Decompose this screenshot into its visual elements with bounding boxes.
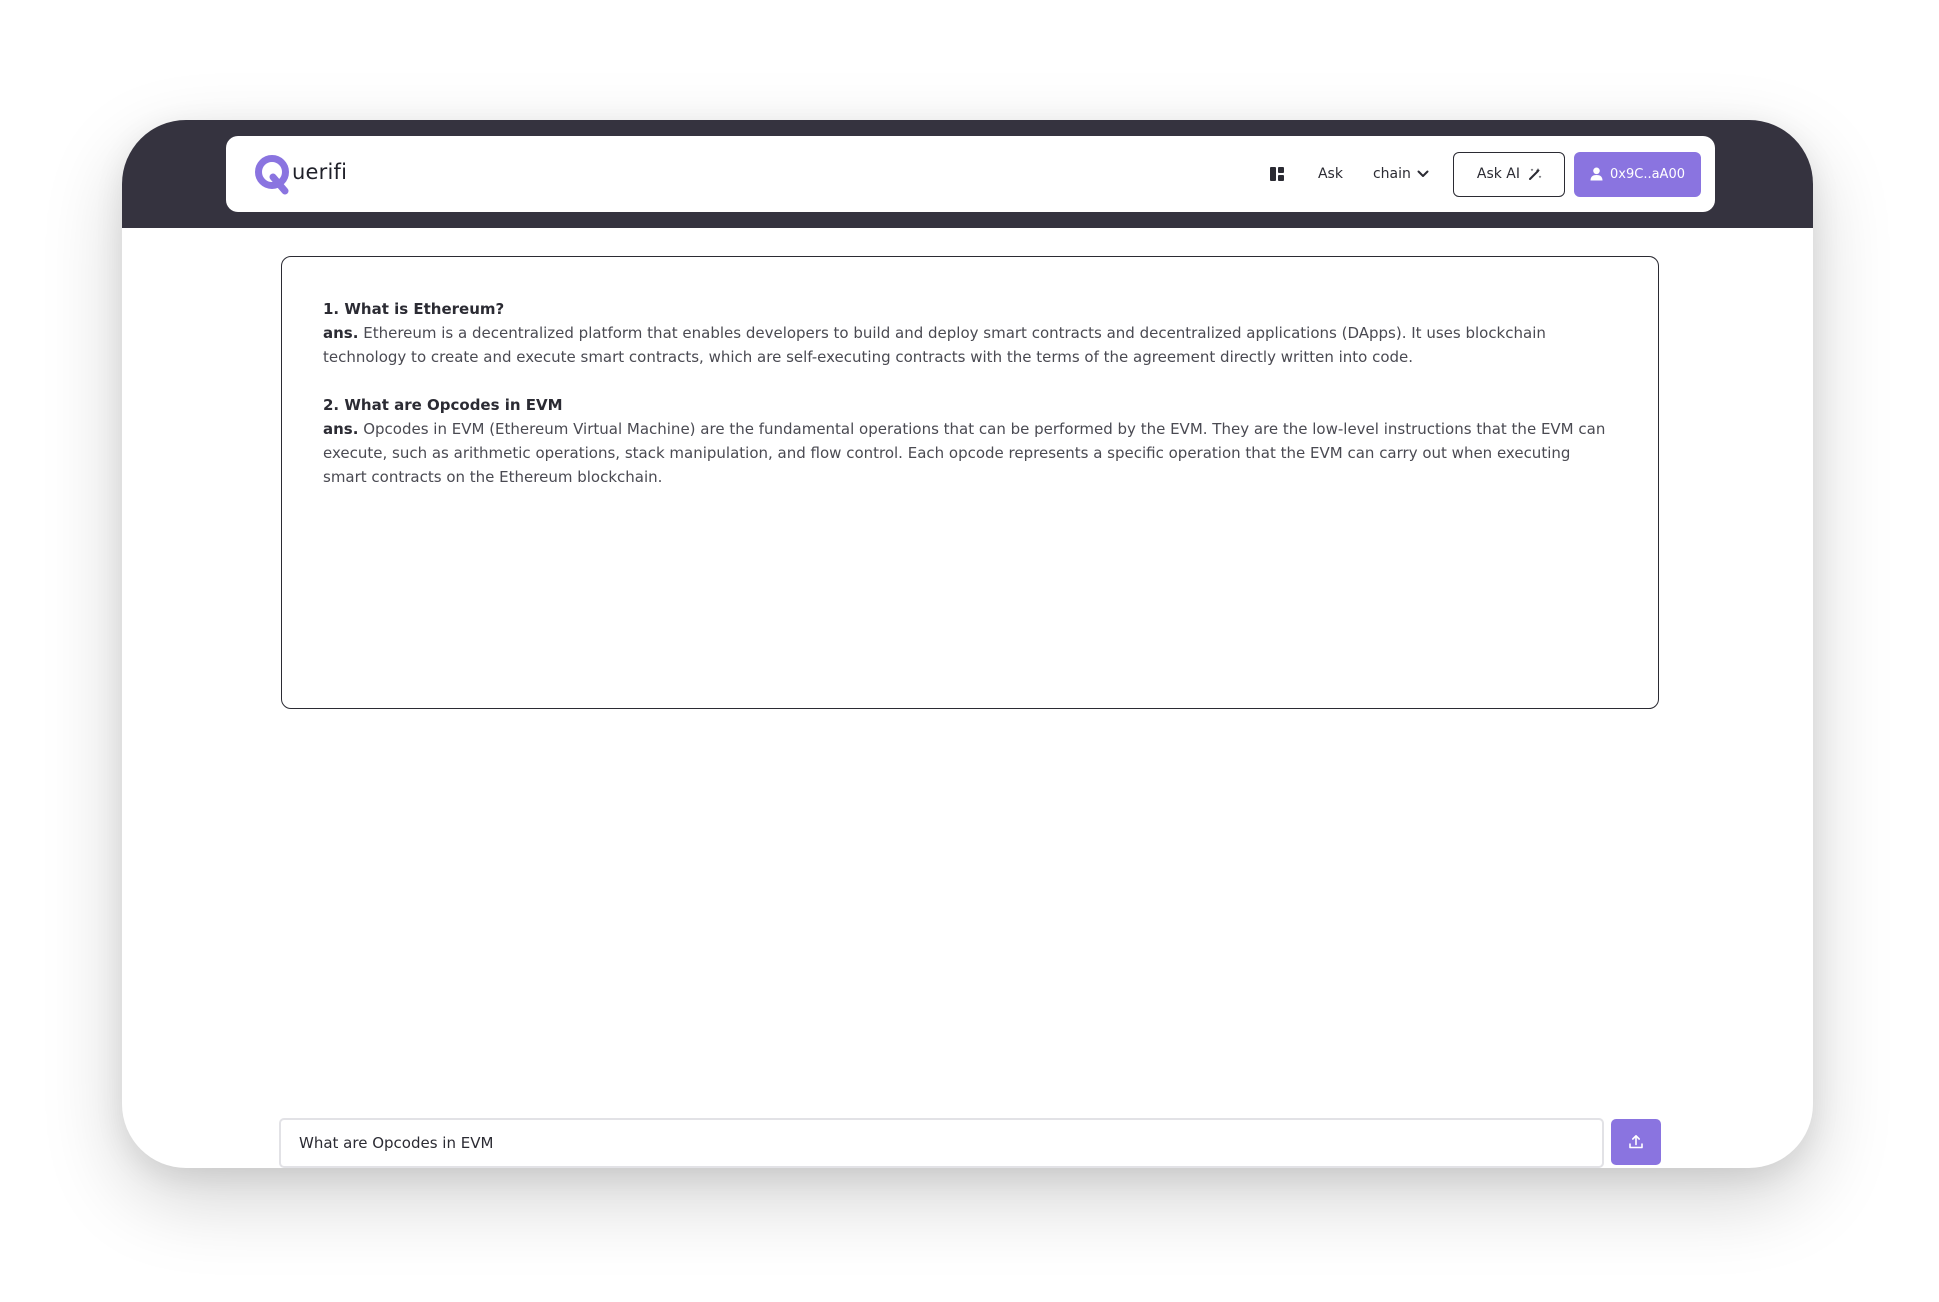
answer-text: ans. Ethereum is a decentralized platfor… [323, 321, 1618, 369]
app-window: uerifi Ask chain Ask AI 0x9C..aA00 1. Wh… [122, 120, 1813, 1168]
question-text: 2. What are Opcodes in EVM [323, 396, 563, 414]
answers-panel: 1. What is Ethereum? ans. Ethereum is a … [281, 256, 1659, 709]
ans-label: ans. [323, 324, 359, 342]
ans-label: ans. [323, 420, 359, 438]
nav-actions: Ask chain Ask AI 0x9C..aA00 [1269, 151, 1701, 197]
chevron-down-icon [1417, 170, 1429, 177]
chain-label: chain [1372, 166, 1411, 182]
submit-button[interactable] [1611, 1119, 1661, 1165]
upload-icon [1629, 1135, 1643, 1149]
question-text: 1. What is Ethereum? [323, 300, 505, 318]
query-bar [279, 1118, 1661, 1168]
nav-ask-link[interactable]: Ask [1318, 166, 1343, 182]
user-icon [1590, 167, 1603, 181]
logo[interactable]: uerifi [254, 153, 347, 195]
magic-wand-icon [1529, 168, 1542, 180]
dashboard-icon[interactable] [1269, 165, 1288, 183]
navbar: uerifi Ask chain Ask AI 0x9C..aA00 [226, 136, 1715, 212]
logo-q-icon [255, 155, 289, 195]
chain-dropdown[interactable]: chain [1373, 166, 1429, 182]
logo-text: uerifi [292, 160, 348, 184]
qa-item: 1. What is Ethereum? ans. Ethereum is a … [323, 297, 1618, 369]
query-input[interactable] [279, 1118, 1604, 1168]
wallet-address: 0x9C..aA00 [1610, 166, 1685, 182]
answer-body: Opcodes in EVM (Ethereum Virtual Machine… [323, 420, 1606, 486]
answer-text: ans. Opcodes in EVM (Ethereum Virtual Ma… [323, 417, 1618, 489]
ask-ai-button[interactable]: Ask AI [1452, 151, 1566, 197]
ask-ai-label: Ask AI [1476, 166, 1521, 182]
wallet-button[interactable]: 0x9C..aA00 [1574, 151, 1701, 197]
answer-body: Ethereum is a decentralized platform tha… [323, 324, 1546, 366]
qa-item: 2. What are Opcodes in EVM ans. Opcodes … [323, 393, 1618, 489]
